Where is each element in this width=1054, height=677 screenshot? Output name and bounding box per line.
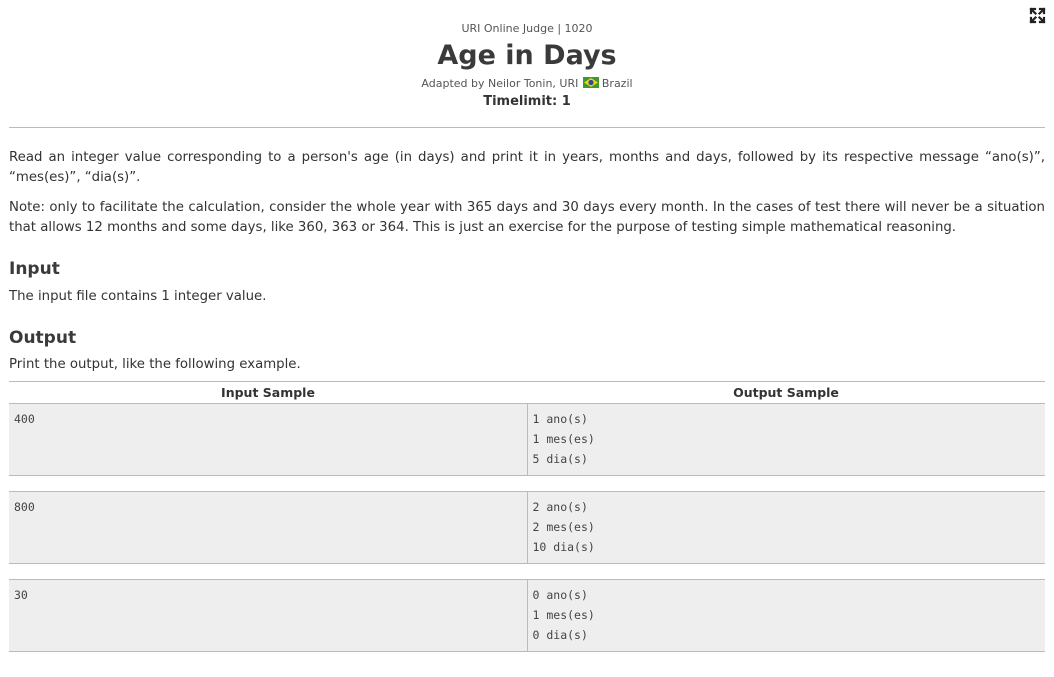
- sample-output-line: 2 mes(es): [532, 520, 595, 534]
- problem-content: Read an integer value corresponding to a…: [0, 148, 1054, 652]
- output-description: Print the output, like the following exa…: [9, 357, 301, 372]
- sample-input-value: 30: [14, 588, 28, 602]
- samples-table: Input Sample Output Sample 400 1 ano(s) …: [9, 381, 1045, 652]
- sample-row: 800 2 ano(s) 2 mes(es) 10 dia(s): [9, 492, 1045, 564]
- sample-input-cell: 400: [9, 404, 527, 475]
- sample-input-cell: 800: [9, 492, 527, 563]
- sample-separator: [9, 476, 1045, 492]
- timelimit-label: Timelimit: 1: [483, 94, 571, 109]
- input-description: The input file contains 1 integer value.: [9, 289, 267, 304]
- sample-output-cell: 1 ano(s) 1 mes(es) 5 dia(s): [526, 404, 1046, 475]
- sample-row: 400 1 ano(s) 1 mes(es) 5 dia(s): [9, 404, 1045, 476]
- expand-icon[interactable]: [1029, 7, 1046, 24]
- sample-input-cell: 30: [9, 580, 527, 651]
- samples-header-row: Input Sample Output Sample: [9, 381, 1045, 404]
- sample-input-value: 800: [14, 500, 35, 514]
- input-sample-header: Input Sample: [221, 385, 315, 400]
- sample-output-cell: 0 ano(s) 1 mes(es) 0 dia(s): [526, 580, 1046, 651]
- sample-output-line: 1 mes(es): [532, 608, 595, 622]
- problem-header: URI Online Judge | 1020 Age in Days Adap…: [0, 0, 1054, 110]
- sample-output-line: 2 ano(s): [532, 500, 588, 514]
- output-heading: Output: [9, 328, 77, 348]
- sample-output-cell: 2 ano(s) 2 mes(es) 10 dia(s): [526, 492, 1046, 563]
- sample-output-line: 10 dia(s): [532, 540, 595, 554]
- sample-input-value: 400: [14, 412, 35, 426]
- note-paragraph: Note: only to facilitate the calculation…: [9, 200, 1045, 235]
- brazil-flag-icon: [582, 77, 599, 88]
- sample-output-line: 1 mes(es): [532, 432, 595, 446]
- sample-separator: [9, 564, 1045, 580]
- sample-output-line: 5 dia(s): [532, 452, 588, 466]
- author-text: Adapted by Neilor Tonin, URI: [421, 77, 579, 90]
- input-heading: Input: [9, 259, 60, 279]
- sample-output-line: 1 ano(s): [532, 412, 588, 426]
- page-title: Age in Days: [437, 40, 617, 71]
- description-paragraph: Read an integer value corresponding to a…: [9, 150, 1045, 185]
- header-divider: [9, 127, 1045, 128]
- country-label: Brazil: [601, 77, 633, 90]
- sample-output-line: 0 ano(s): [532, 588, 588, 602]
- judge-label: URI Online Judge | 1020: [461, 22, 593, 35]
- sample-output-line: 0 dia(s): [532, 628, 588, 642]
- author-line: Adapted by Neilor Tonin, URI Brazil: [0, 76, 1054, 91]
- output-sample-header: Output Sample: [733, 385, 839, 400]
- sample-row: 30 0 ano(s) 1 mes(es) 0 dia(s): [9, 580, 1045, 652]
